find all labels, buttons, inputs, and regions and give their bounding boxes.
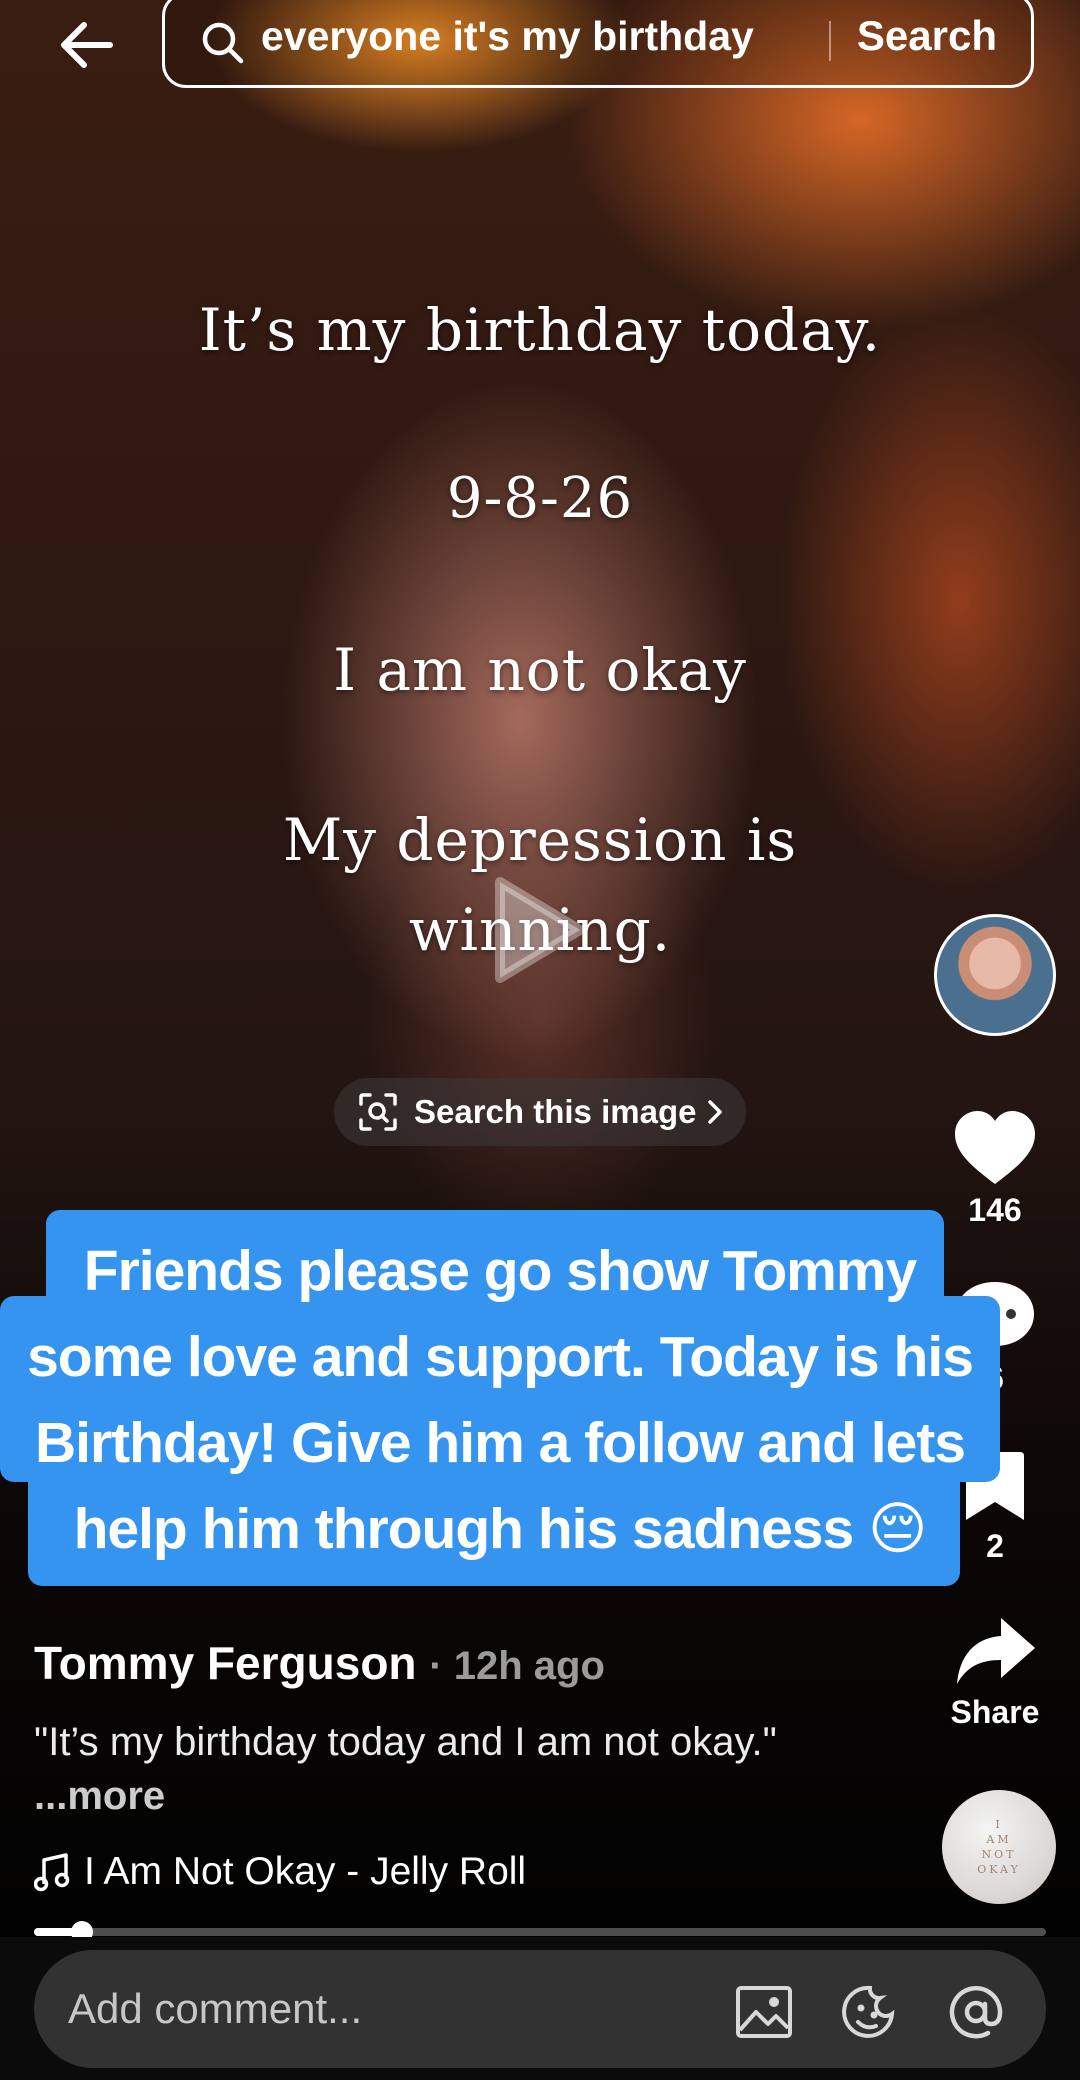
share-label: Share xyxy=(950,1694,1040,1730)
back-button[interactable] xyxy=(52,10,122,80)
music-note-icon xyxy=(34,1853,70,1892)
more-link[interactable]: ...more xyxy=(34,1774,165,1819)
disc-text: AM xyxy=(986,1833,1012,1846)
post-time: · 12h ago xyxy=(429,1644,605,1688)
disc-text: NOT xyxy=(981,1848,1017,1861)
search-button[interactable]: Search xyxy=(857,12,997,60)
song-title: I Am Not Okay - Jelly Roll xyxy=(84,1850,527,1893)
comment-placeholder: Add comment... xyxy=(68,1985,363,2032)
overlay-text-line: I am not okay xyxy=(333,636,747,704)
caption-text: Friends please go show Tommy some love a… xyxy=(0,1228,1000,1572)
disc-text: I xyxy=(995,1818,1003,1831)
image-scan-icon xyxy=(359,1093,397,1131)
search-icon xyxy=(202,22,244,64)
author-name[interactable]: Tommy Ferguson xyxy=(34,1637,417,1689)
progress-track[interactable] xyxy=(34,1928,1046,1936)
chevron-right-icon xyxy=(708,1100,723,1124)
like-count: 146 xyxy=(968,1192,1022,1228)
search-divider xyxy=(829,21,831,61)
heart-icon xyxy=(955,1111,1035,1184)
creator-avatar[interactable] xyxy=(934,914,1056,1036)
play-icon[interactable] xyxy=(480,870,600,990)
emoji-icon[interactable] xyxy=(840,1982,900,2042)
at-icon[interactable] xyxy=(946,1982,1006,2042)
caption-line: some love and support. Today is his xyxy=(27,1325,974,1389)
overlay-text-line: 9-8-26 xyxy=(446,466,634,531)
post-description[interactable]: "It’s my birthday today and I am not oka… xyxy=(34,1720,777,1765)
search-query[interactable]: everyone it's my birthday xyxy=(261,13,754,60)
disc-text: OKAY xyxy=(977,1863,1021,1876)
search-bar[interactable]: everyone it's my birthday Search xyxy=(162,0,1034,88)
music-disc[interactable]: I AM NOT OKAY xyxy=(942,1790,1056,1904)
share-icon xyxy=(957,1618,1035,1684)
overlay-text-line: It’s my birthday today. xyxy=(198,296,882,364)
song-link[interactable]: I Am Not Okay - Jelly Roll xyxy=(34,1850,526,1894)
caption-line: help him through his sadness 😔 xyxy=(73,1497,928,1561)
search-this-image-label: Search this image xyxy=(414,1093,697,1130)
search-this-image-button[interactable]: Search this image xyxy=(334,1078,746,1146)
image-icon[interactable] xyxy=(734,1982,794,2042)
like-button[interactable]: 146 xyxy=(940,1108,1050,1229)
author-row: Tommy Ferguson · 12h ago xyxy=(34,1636,605,1690)
back-arrow-icon xyxy=(61,22,113,68)
caption-line: Birthday! Give him a follow and lets xyxy=(35,1411,966,1475)
share-button[interactable]: Share xyxy=(940,1614,1050,1731)
overlay-text-line: My depression is xyxy=(282,806,798,874)
caption-line: Friends please go show Tommy xyxy=(83,1239,917,1303)
